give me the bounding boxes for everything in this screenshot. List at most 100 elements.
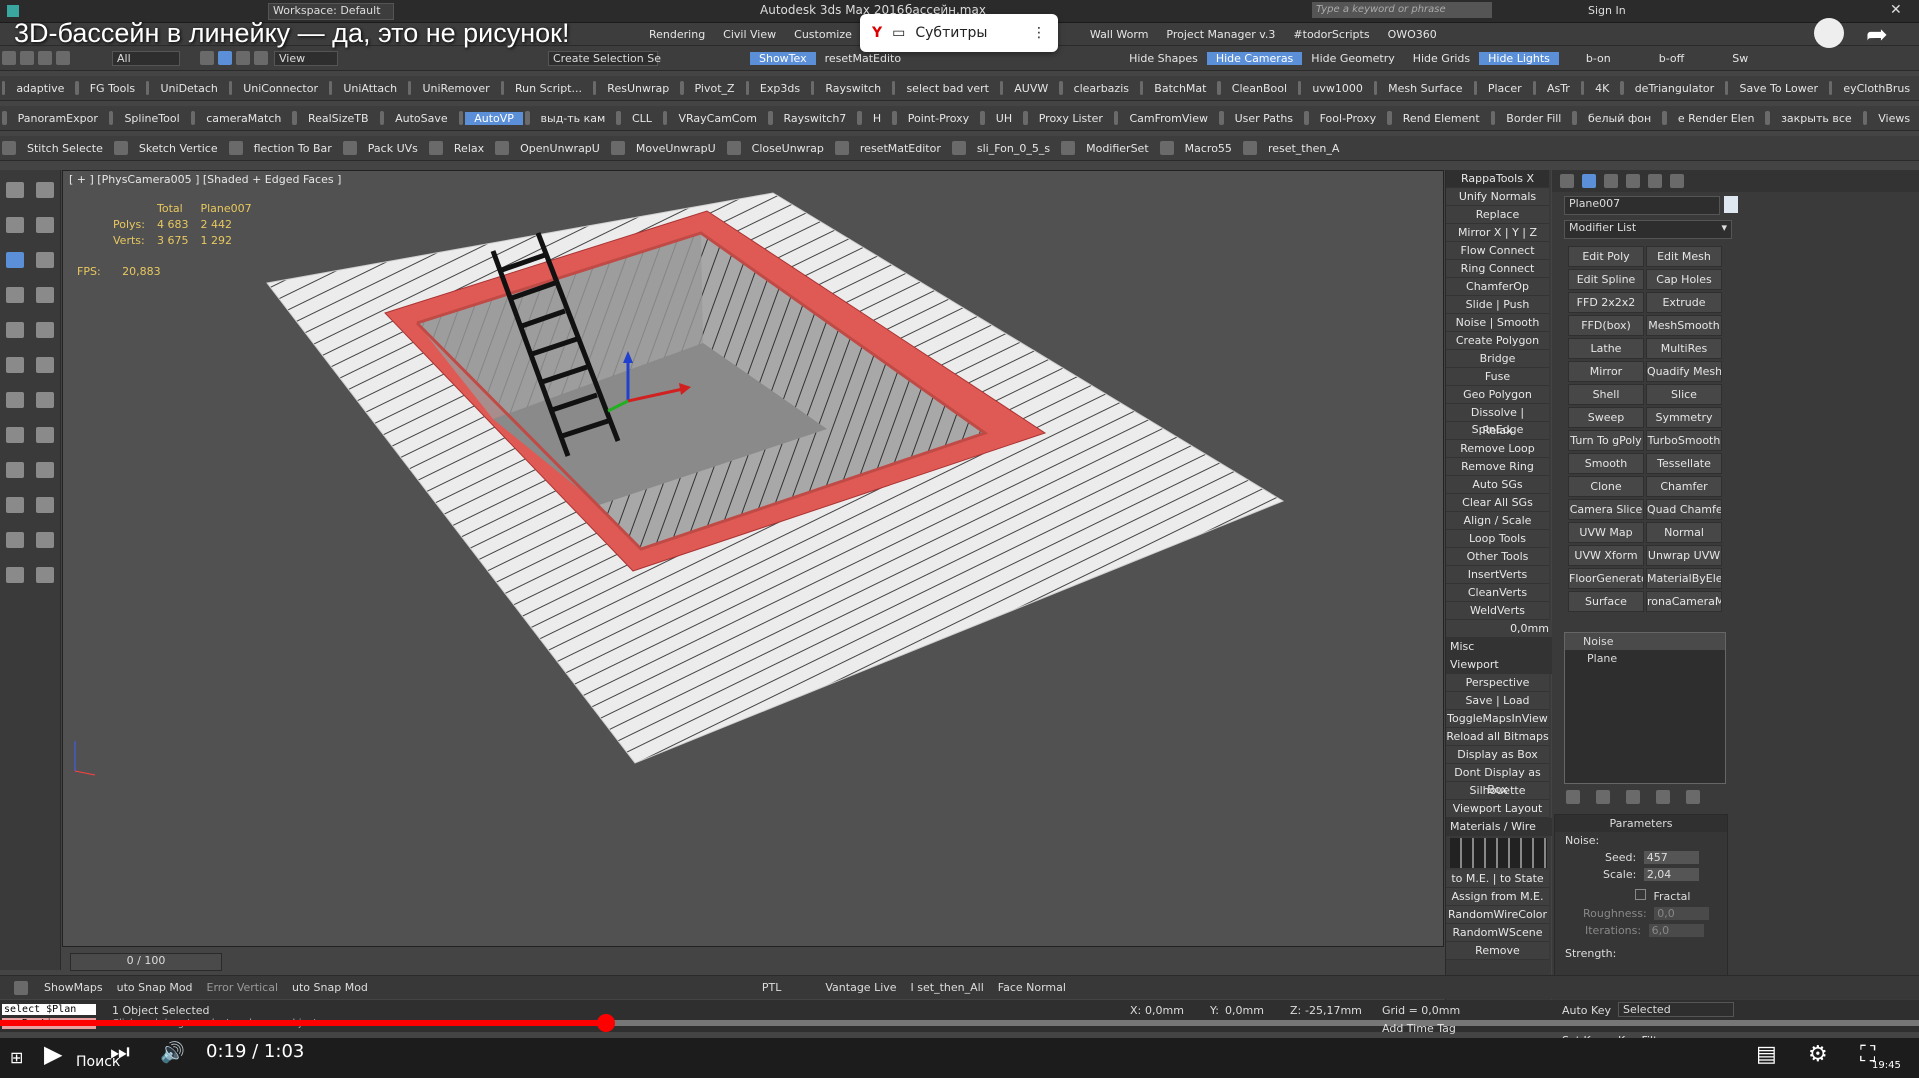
- unwrap-tool-button-12[interactable]: reset_then_A: [1259, 142, 1348, 155]
- hierarchy-tab-icon[interactable]: [1604, 174, 1618, 188]
- rappa-viewport-button-2[interactable]: ToggleMapsInView: [1446, 710, 1549, 728]
- sphere-icon[interactable]: [6, 322, 24, 338]
- unwrap-tool-button-0[interactable]: Stitch Selecte: [18, 142, 112, 155]
- script-tool-button-22[interactable]: Save To Lower: [1730, 82, 1827, 95]
- modifier-button-8-1[interactable]: TurboSmooth: [1646, 430, 1722, 451]
- macro-tool-button-13[interactable]: Proxy Lister: [1030, 112, 1112, 125]
- rappa-button-20[interactable]: Other Tools: [1446, 548, 1549, 566]
- move-icon[interactable]: [218, 51, 232, 65]
- hide-geometry-button[interactable]: Hide Geometry: [1302, 52, 1403, 65]
- undo-icon[interactable]: [2, 51, 16, 65]
- show-end-result-icon[interactable]: [1596, 790, 1610, 804]
- macro-tool-icon-16[interactable]: [1304, 111, 1309, 125]
- z-coord-field[interactable]: -25,17mm: [1305, 1004, 1362, 1017]
- script-tool-icon-0[interactable]: [2, 81, 6, 95]
- rappa-button-11[interactable]: Geo Polygon: [1446, 386, 1549, 404]
- unwrap-tool-icon-6[interactable]: [610, 141, 625, 155]
- rappa-material-button-1[interactable]: Assign from M.E.: [1446, 888, 1549, 906]
- modifier-button-7-1[interactable]: Symmetry: [1646, 407, 1722, 428]
- script-tool-icon-22[interactable]: [1725, 81, 1729, 95]
- script-tool-button-3[interactable]: UniConnector: [234, 82, 327, 95]
- rappa-button-21[interactable]: InsertVerts: [1446, 566, 1549, 584]
- rappa-viewport-button-5[interactable]: Dont Display as Box: [1446, 764, 1549, 796]
- auto-key-button[interactable]: Auto Key: [1562, 1004, 1611, 1017]
- parameters-title[interactable]: Parameters: [1555, 815, 1727, 832]
- macro-tool-button-18[interactable]: Border Fill: [1497, 112, 1570, 125]
- rappa-button-19[interactable]: Loop Tools: [1446, 530, 1549, 548]
- macro-tool-button-21[interactable]: закрыть все: [1772, 112, 1861, 125]
- macro-tool-icon-6[interactable]: [524, 111, 530, 125]
- light-icon[interactable]: [36, 322, 54, 338]
- script-tool-icon-8[interactable]: [680, 81, 684, 95]
- macro-tool-button-22[interactable]: Views: [1869, 112, 1919, 125]
- unwrap-tool-button-11[interactable]: Macro55: [1176, 142, 1241, 155]
- macro-tool-icon-0[interactable]: [2, 111, 7, 125]
- rappa-material-button-4[interactable]: Remove: [1446, 942, 1549, 960]
- rappa-button-3[interactable]: Flow Connect: [1446, 242, 1549, 260]
- rappa-material-button-2[interactable]: RandomWireColor: [1446, 906, 1549, 924]
- macro-tool-icon-11[interactable]: [892, 111, 897, 125]
- time-slider[interactable]: 0 / 100: [70, 953, 222, 971]
- make-unique-icon[interactable]: [1626, 790, 1640, 804]
- macro-tool-button-19[interactable]: белый фон: [1579, 112, 1660, 125]
- link-icon[interactable]: [38, 51, 52, 65]
- modifier-button-13-1[interactable]: Unwrap UVW: [1646, 545, 1722, 566]
- macro-tool-button-8[interactable]: VRayCamCom: [669, 112, 765, 125]
- unwrap-tool-icon-7[interactable]: [726, 141, 741, 155]
- modifier-button-3-1[interactable]: MeshSmooth: [1646, 315, 1722, 336]
- script-tool-button-8[interactable]: Pivot_Z: [686, 82, 744, 95]
- script-tool-icon-6[interactable]: [500, 81, 504, 95]
- script-tool-button-2[interactable]: UniDetach: [151, 82, 226, 95]
- menu-item-customize[interactable]: Customize: [785, 28, 861, 41]
- face-normal-button[interactable]: Face Normal: [998, 981, 1066, 994]
- rappa-button-18[interactable]: Align / Scale: [1446, 512, 1549, 530]
- script-tool-button-16[interactable]: uvw1000: [1303, 82, 1371, 95]
- modifier-button-8-0[interactable]: Turn To gPoly: [1568, 430, 1644, 451]
- script-tool-button-15[interactable]: CleanBool: [1223, 82, 1296, 95]
- rotate-icon[interactable]: [236, 51, 250, 65]
- play-icon[interactable]: ▶: [44, 1040, 62, 1068]
- script-tool-button-13[interactable]: clearbazis: [1065, 82, 1138, 95]
- macro-tool-icon-12[interactable]: [980, 111, 985, 125]
- macro-tool-icon-17[interactable]: [1387, 111, 1392, 125]
- script-tool-icon-9[interactable]: [745, 81, 749, 95]
- rappa-button-1[interactable]: Replace: [1446, 206, 1549, 224]
- macro-tool-icon-13[interactable]: [1023, 111, 1028, 125]
- modifier-button-14-0[interactable]: FloorGenerator: [1568, 568, 1644, 589]
- unwrap-tool-icon-12[interactable]: [1242, 141, 1257, 155]
- display-tab-icon[interactable]: [1648, 174, 1662, 188]
- rappa-material-button-3[interactable]: RandomWScene: [1446, 924, 1549, 942]
- scale-spinner[interactable]: 2,04: [1643, 868, 1699, 881]
- auto-snap-mode-button[interactable]: uto Snap Mod: [117, 981, 193, 994]
- modifier-button-2-1[interactable]: Extrude: [1646, 292, 1722, 313]
- macro-tool-button-16[interactable]: Fool-Proxy: [1311, 112, 1386, 125]
- macro-tool-button-4[interactable]: AutoSave: [386, 112, 457, 125]
- script-tool-icon-11[interactable]: [892, 81, 896, 95]
- script-tool-icon-3[interactable]: [228, 81, 233, 95]
- box-icon[interactable]: [36, 392, 54, 408]
- unwrap-tool-icon-4[interactable]: [428, 141, 443, 155]
- modifier-button-4-0[interactable]: Lathe: [1568, 338, 1644, 359]
- script-tool-button-9[interactable]: Exp3ds: [751, 82, 809, 95]
- error-vertical-button[interactable]: Error Vertical: [207, 981, 278, 994]
- xy-plane-icon[interactable]: [6, 287, 24, 303]
- modifier-button-10-1[interactable]: Chamfer: [1646, 476, 1722, 497]
- script-tool-icon-7[interactable]: [592, 81, 597, 95]
- rappa-button-15[interactable]: Remove Ring: [1446, 458, 1549, 476]
- script-tool-button-10[interactable]: Rayswitch: [816, 82, 890, 95]
- rappa-button-10[interactable]: Fuse: [1446, 368, 1549, 386]
- modifier-button-1-1[interactable]: Cap Holes: [1646, 269, 1722, 290]
- settings-icon[interactable]: ⚙: [1808, 1042, 1828, 1067]
- show-maps-button[interactable]: ShowMaps: [44, 981, 103, 994]
- modifier-button-9-0[interactable]: Smooth: [1568, 453, 1644, 474]
- hide-grids-button[interactable]: Hide Grids: [1404, 52, 1479, 65]
- modifier-button-0-0[interactable]: Edit Poly: [1568, 246, 1644, 267]
- script-tool-icon-19[interactable]: [1532, 81, 1536, 95]
- macro-tool-icon-2[interactable]: [190, 111, 196, 125]
- mirror-icon[interactable]: [36, 287, 54, 303]
- stack-item-plane[interactable]: Plane: [1565, 650, 1725, 667]
- script-tool-button-20[interactable]: 4K: [1586, 82, 1618, 95]
- roughness-spinner[interactable]: 0,0: [1654, 907, 1710, 920]
- script-tool-button-18[interactable]: Placer: [1479, 82, 1531, 95]
- modifier-button-6-0[interactable]: Shell: [1568, 384, 1644, 405]
